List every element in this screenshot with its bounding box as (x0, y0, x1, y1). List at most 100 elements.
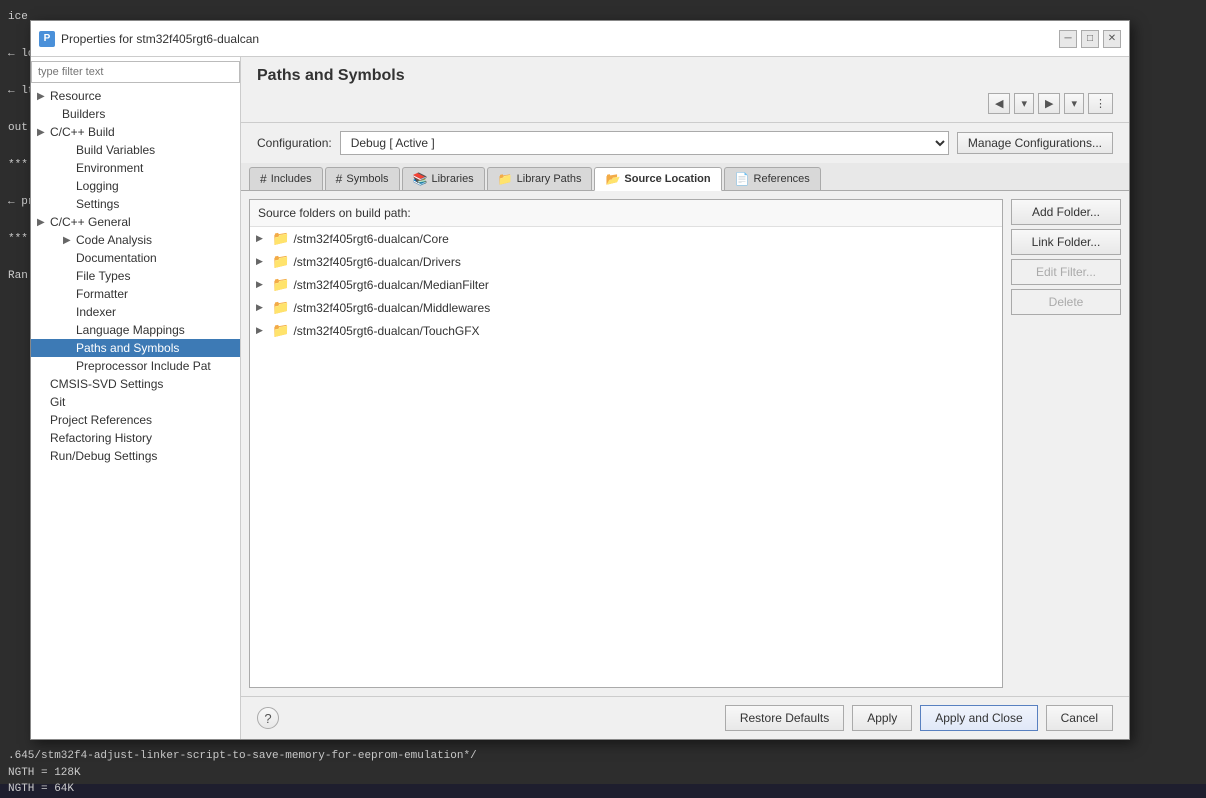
sidebar-label: Run/Debug Settings (50, 449, 157, 463)
includes-tab-icon: # (260, 172, 267, 186)
sidebar: ▶ Resource Builders ▶ C/C++ Build Build … (31, 57, 241, 739)
tab-label: Libraries (432, 173, 474, 185)
tab-source-location[interactable]: 📂 Source Location (594, 167, 721, 191)
dialog-title: Properties for stm32f405rgt6-dualcan (61, 32, 1059, 46)
spacer-icon (37, 415, 47, 426)
sidebar-label: Resource (50, 89, 101, 103)
sidebar-item-settings[interactable]: Settings (31, 195, 240, 213)
sidebar-item-resource[interactable]: ▶ Resource (31, 87, 240, 105)
filter-input[interactable] (31, 61, 240, 83)
folder-row[interactable]: ▶ 📁 /stm32f405rgt6-dualcan/MedianFilter (250, 273, 1002, 296)
tab-symbols[interactable]: # Symbols (325, 167, 400, 190)
tab-libraries[interactable]: 📚 Libraries (402, 167, 485, 190)
spacer-icon (37, 433, 47, 444)
sidebar-item-language-mappings[interactable]: Language Mappings (31, 321, 240, 339)
status-line-1: .645/stm32f4-adjust-linker-script-to-sav… (8, 748, 1198, 765)
spacer-icon (63, 361, 73, 372)
tab-label: Symbols (346, 173, 388, 185)
tab-references[interactable]: 📄 References (724, 167, 821, 190)
folder-row[interactable]: ▶ 📁 /stm32f405rgt6-dualcan/TouchGFX (250, 319, 1002, 342)
expand-arrow-icon: ▶ (256, 279, 268, 290)
sidebar-item-ccpp-general[interactable]: ▶ C/C++ General (31, 213, 240, 231)
menu-button[interactable]: ⋮ (1088, 93, 1113, 114)
main-panel: Paths and Symbols ◀ ▾ ▶ ▾ ⋮ Configuratio… (241, 57, 1129, 739)
spacer-icon (63, 343, 73, 354)
sidebar-item-builders[interactable]: Builders (31, 105, 240, 123)
sidebar-item-code-analysis[interactable]: ▶ Code Analysis (31, 231, 240, 249)
sidebar-item-git[interactable]: Git (31, 393, 240, 411)
configuration-select[interactable]: Debug [ Active ] (340, 131, 949, 155)
sidebar-item-file-types[interactable]: File Types (31, 267, 240, 285)
cancel-button[interactable]: Cancel (1046, 705, 1113, 731)
folder-icon: 📁 (272, 299, 289, 316)
sidebar-label: File Types (76, 269, 130, 283)
manage-configurations-button[interactable]: Manage Configurations... (957, 132, 1113, 154)
folder-path: /stm32f405rgt6-dualcan/Middlewares (293, 301, 490, 315)
sidebar-item-ccpp-build[interactable]: ▶ C/C++ Build (31, 123, 240, 141)
link-folder-button[interactable]: Link Folder... (1011, 229, 1121, 255)
close-button[interactable]: ✕ (1103, 30, 1121, 48)
spacer-icon (63, 145, 73, 156)
sidebar-item-project-references[interactable]: Project References (31, 411, 240, 429)
back-dropdown-button[interactable]: ▾ (1014, 93, 1034, 114)
sidebar-label: C/C++ Build (50, 125, 115, 139)
spacer-icon (49, 109, 59, 120)
maximize-button[interactable]: □ (1081, 30, 1099, 48)
folder-row[interactable]: ▶ 📁 /stm32f405rgt6-dualcan/Core (250, 227, 1002, 250)
delete-button[interactable]: Delete (1011, 289, 1121, 315)
title-bar-controls: ─ □ ✕ (1059, 30, 1121, 48)
tab-label: Library Paths (517, 173, 582, 185)
edit-filter-button[interactable]: Edit Filter... (1011, 259, 1121, 285)
minimize-button[interactable]: ─ (1059, 30, 1077, 48)
sidebar-item-run-debug[interactable]: Run/Debug Settings (31, 447, 240, 465)
sidebar-label: CMSIS-SVD Settings (50, 377, 163, 391)
action-buttons-panel: Add Folder... Link Folder... Edit Filter… (1011, 199, 1121, 688)
expand-arrow-icon: ▶ (37, 91, 47, 102)
sidebar-label: Environment (76, 161, 143, 175)
restore-defaults-button[interactable]: Restore Defaults (725, 705, 844, 731)
add-folder-button[interactable]: Add Folder... (1011, 199, 1121, 225)
footer-left: ? (257, 707, 717, 729)
back-button[interactable]: ◀ (988, 93, 1010, 114)
apply-button[interactable]: Apply (852, 705, 912, 731)
sidebar-label: Paths and Symbols (76, 341, 179, 355)
sidebar-item-formatter[interactable]: Formatter (31, 285, 240, 303)
sidebar-label: Language Mappings (76, 323, 185, 337)
status-bar: .645/stm32f4-adjust-linker-script-to-sav… (0, 744, 1206, 784)
sidebar-item-logging[interactable]: Logging (31, 177, 240, 195)
folder-path: /stm32f405rgt6-dualcan/Core (293, 232, 448, 246)
folder-icon: 📁 (272, 276, 289, 293)
spacer-icon (37, 379, 47, 390)
sidebar-label: Project References (50, 413, 152, 427)
dialog-body: ▶ Resource Builders ▶ C/C++ Build Build … (31, 57, 1129, 739)
sidebar-item-refactoring-history[interactable]: Refactoring History (31, 429, 240, 447)
sidebar-item-indexer[interactable]: Indexer (31, 303, 240, 321)
sidebar-item-build-variables[interactable]: Build Variables (31, 141, 240, 159)
forward-dropdown-button[interactable]: ▾ (1064, 93, 1084, 114)
folder-row[interactable]: ▶ 📁 /stm32f405rgt6-dualcan/Drivers (250, 250, 1002, 273)
status-line-2: NGTH = 128K (8, 765, 1198, 782)
configuration-row: Configuration: Debug [ Active ] Manage C… (241, 123, 1129, 163)
expand-arrow-icon: ▶ (37, 217, 47, 228)
sidebar-item-cmsis-svd[interactable]: CMSIS-SVD Settings (31, 375, 240, 393)
apply-and-close-button[interactable]: Apply and Close (920, 705, 1037, 731)
sidebar-item-paths-and-symbols[interactable]: Paths and Symbols (31, 339, 240, 357)
sidebar-label: Builders (62, 107, 105, 121)
spacer-icon (37, 397, 47, 408)
sidebar-item-preprocessor-include[interactable]: Preprocessor Include Pat (31, 357, 240, 375)
tab-label: Includes (271, 173, 312, 185)
spacer-icon (63, 289, 73, 300)
tab-library-paths[interactable]: 📁 Library Paths (487, 167, 593, 190)
help-button[interactable]: ? (257, 707, 279, 729)
forward-button[interactable]: ▶ (1038, 93, 1060, 114)
tab-includes[interactable]: # Includes (249, 167, 323, 190)
tab-label: Source Location (624, 173, 710, 185)
folder-row[interactable]: ▶ 📁 /stm32f405rgt6-dualcan/Middlewares (250, 296, 1002, 319)
sidebar-item-documentation[interactable]: Documentation (31, 249, 240, 267)
expand-arrow-icon: ▶ (256, 302, 268, 313)
sidebar-item-environment[interactable]: Environment (31, 159, 240, 177)
expand-arrow-icon: ▶ (256, 325, 268, 336)
expand-arrow-icon: ▶ (37, 127, 47, 138)
tabs-row: # Includes # Symbols 📚 Libraries 📁 Libra… (241, 163, 1129, 191)
folder-path: /stm32f405rgt6-dualcan/TouchGFX (293, 324, 479, 338)
